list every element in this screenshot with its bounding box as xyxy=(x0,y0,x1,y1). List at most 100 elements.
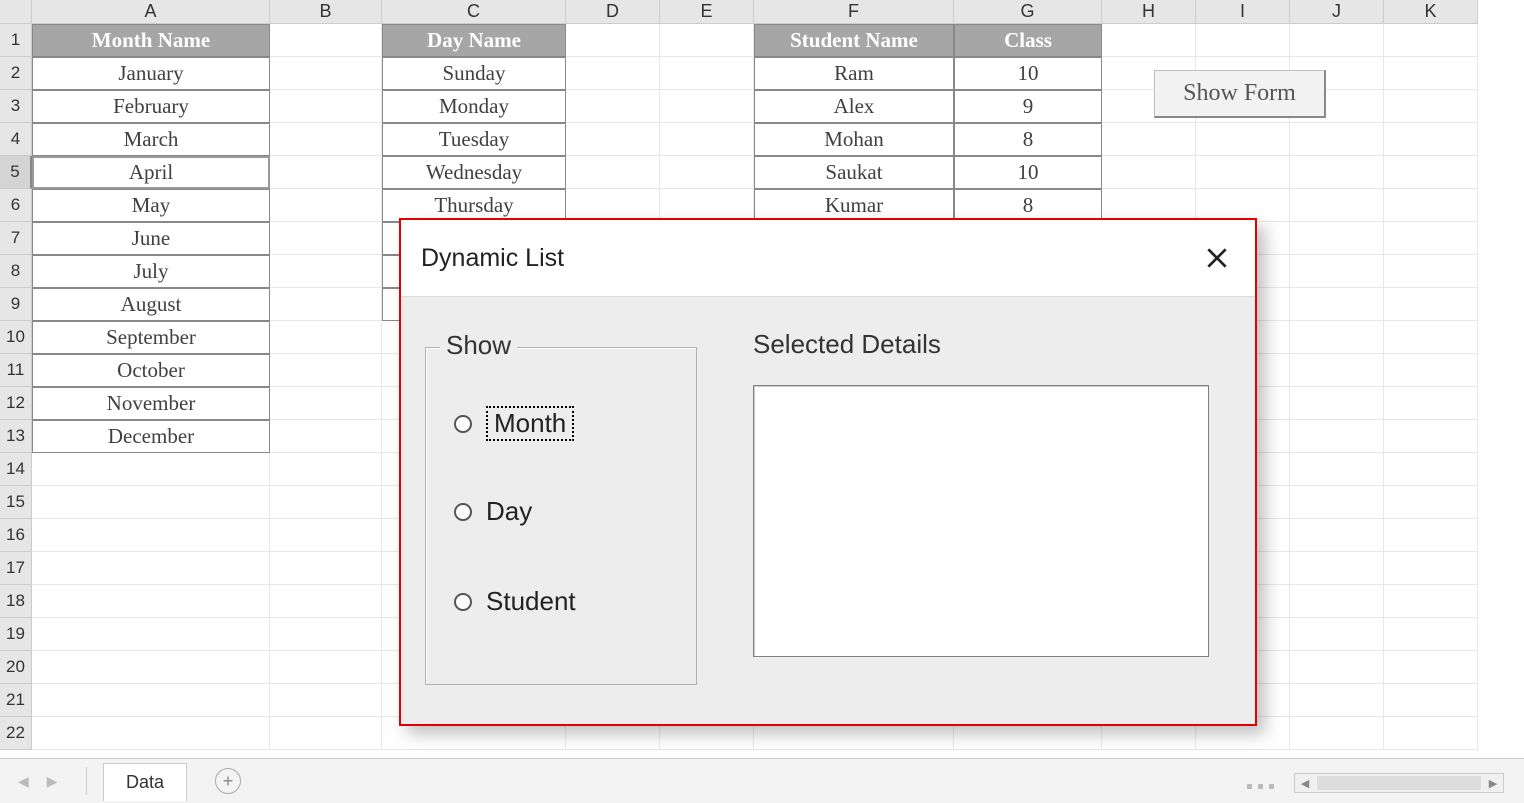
cell-J15[interactable] xyxy=(1290,486,1384,519)
radio-day[interactable]: Day xyxy=(454,496,696,527)
cell-A2[interactable]: January xyxy=(32,57,270,90)
row-header-21[interactable]: 21 xyxy=(0,684,32,717)
cell-B11[interactable] xyxy=(270,354,382,387)
col-header-A[interactable]: A xyxy=(32,0,270,24)
cell-B19[interactable] xyxy=(270,618,382,651)
cell-A8[interactable]: July xyxy=(32,255,270,288)
row-header-9[interactable]: 9 xyxy=(0,288,32,321)
row-header-18[interactable]: 18 xyxy=(0,585,32,618)
cell-A7[interactable]: June xyxy=(32,222,270,255)
radio-student[interactable]: Student xyxy=(454,586,696,617)
cell-B3[interactable] xyxy=(270,90,382,123)
cell-B13[interactable] xyxy=(270,420,382,453)
row-header-6[interactable]: 6 xyxy=(0,189,32,222)
row-header-5[interactable]: 5 xyxy=(0,156,32,189)
cell-B18[interactable] xyxy=(270,585,382,618)
cell-E1[interactable] xyxy=(660,24,754,57)
row-header-2[interactable]: 2 xyxy=(0,57,32,90)
cell-K17[interactable] xyxy=(1384,552,1478,585)
cell-D2[interactable] xyxy=(566,57,660,90)
cell-B17[interactable] xyxy=(270,552,382,585)
cell-A14[interactable] xyxy=(32,453,270,486)
show-form-button[interactable]: Show Form xyxy=(1154,70,1326,118)
cell-J17[interactable] xyxy=(1290,552,1384,585)
cell-K13[interactable] xyxy=(1384,420,1478,453)
cell-E2[interactable] xyxy=(660,57,754,90)
cell-B12[interactable] xyxy=(270,387,382,420)
row-header-11[interactable]: 11 xyxy=(0,354,32,387)
cell-J13[interactable] xyxy=(1290,420,1384,453)
cell-K5[interactable] xyxy=(1384,156,1478,189)
cell-H1[interactable] xyxy=(1102,24,1196,57)
cell-K8[interactable] xyxy=(1384,255,1478,288)
row-header-7[interactable]: 7 xyxy=(0,222,32,255)
row-header-16[interactable]: 16 xyxy=(0,519,32,552)
cell-K18[interactable] xyxy=(1384,585,1478,618)
cell-A9[interactable]: August xyxy=(32,288,270,321)
cell-G5[interactable]: 10 xyxy=(954,156,1102,189)
cell-K21[interactable] xyxy=(1384,684,1478,717)
cell-A16[interactable] xyxy=(32,519,270,552)
cell-K11[interactable] xyxy=(1384,354,1478,387)
cell-A19[interactable] xyxy=(32,618,270,651)
col-header-J[interactable]: J xyxy=(1290,0,1384,24)
cell-K20[interactable] xyxy=(1384,651,1478,684)
cell-J8[interactable] xyxy=(1290,255,1384,288)
cell-B15[interactable] xyxy=(270,486,382,519)
cell-J7[interactable] xyxy=(1290,222,1384,255)
cell-C3[interactable]: Monday xyxy=(382,90,566,123)
cell-B20[interactable] xyxy=(270,651,382,684)
cell-K22[interactable] xyxy=(1384,717,1478,750)
cell-A1[interactable]: Month Name xyxy=(32,24,270,57)
cell-F1[interactable]: Student Name xyxy=(754,24,954,57)
cell-J6[interactable] xyxy=(1290,189,1384,222)
horizontal-scrollbar[interactable]: ◀ ▶ xyxy=(1294,773,1504,793)
row-header-8[interactable]: 8 xyxy=(0,255,32,288)
cell-D1[interactable] xyxy=(566,24,660,57)
cell-F3[interactable]: Alex xyxy=(754,90,954,123)
cell-H4[interactable] xyxy=(1102,123,1196,156)
cell-B14[interactable] xyxy=(270,453,382,486)
cell-E3[interactable] xyxy=(660,90,754,123)
cell-K19[interactable] xyxy=(1384,618,1478,651)
row-header-15[interactable]: 15 xyxy=(0,486,32,519)
cell-J10[interactable] xyxy=(1290,321,1384,354)
scroll-right-icon[interactable]: ▶ xyxy=(1483,774,1503,792)
row-header-22[interactable]: 22 xyxy=(0,717,32,750)
cell-J12[interactable] xyxy=(1290,387,1384,420)
cell-F4[interactable]: Mohan xyxy=(754,123,954,156)
cell-A15[interactable] xyxy=(32,486,270,519)
cell-C4[interactable]: Tuesday xyxy=(382,123,566,156)
add-sheet-button[interactable]: + xyxy=(215,768,241,794)
cell-A20[interactable] xyxy=(32,651,270,684)
cell-H5[interactable] xyxy=(1102,156,1196,189)
cell-J22[interactable] xyxy=(1290,717,1384,750)
cell-I1[interactable] xyxy=(1196,24,1290,57)
row-header-20[interactable]: 20 xyxy=(0,651,32,684)
col-header-I[interactable]: I xyxy=(1196,0,1290,24)
row-header-10[interactable]: 10 xyxy=(0,321,32,354)
col-header-G[interactable]: G xyxy=(954,0,1102,24)
cell-G3[interactable]: 9 xyxy=(954,90,1102,123)
cell-K16[interactable] xyxy=(1384,519,1478,552)
cell-J4[interactable] xyxy=(1290,123,1384,156)
cell-J9[interactable] xyxy=(1290,288,1384,321)
cell-I4[interactable] xyxy=(1196,123,1290,156)
cell-K12[interactable] xyxy=(1384,387,1478,420)
tab-prev-icon[interactable]: ◀ xyxy=(18,773,29,790)
cell-K10[interactable] xyxy=(1384,321,1478,354)
cell-J20[interactable] xyxy=(1290,651,1384,684)
cell-A3[interactable]: February xyxy=(32,90,270,123)
cell-E4[interactable] xyxy=(660,123,754,156)
cell-B10[interactable] xyxy=(270,321,382,354)
cell-J18[interactable] xyxy=(1290,585,1384,618)
cell-C2[interactable]: Sunday xyxy=(382,57,566,90)
col-header-B[interactable]: B xyxy=(270,0,382,24)
sheet-tab-data[interactable]: Data xyxy=(103,763,187,801)
cell-G1[interactable]: Class xyxy=(954,24,1102,57)
cell-K9[interactable] xyxy=(1384,288,1478,321)
cell-F2[interactable]: Ram xyxy=(754,57,954,90)
cell-D3[interactable] xyxy=(566,90,660,123)
cell-J16[interactable] xyxy=(1290,519,1384,552)
cell-B16[interactable] xyxy=(270,519,382,552)
